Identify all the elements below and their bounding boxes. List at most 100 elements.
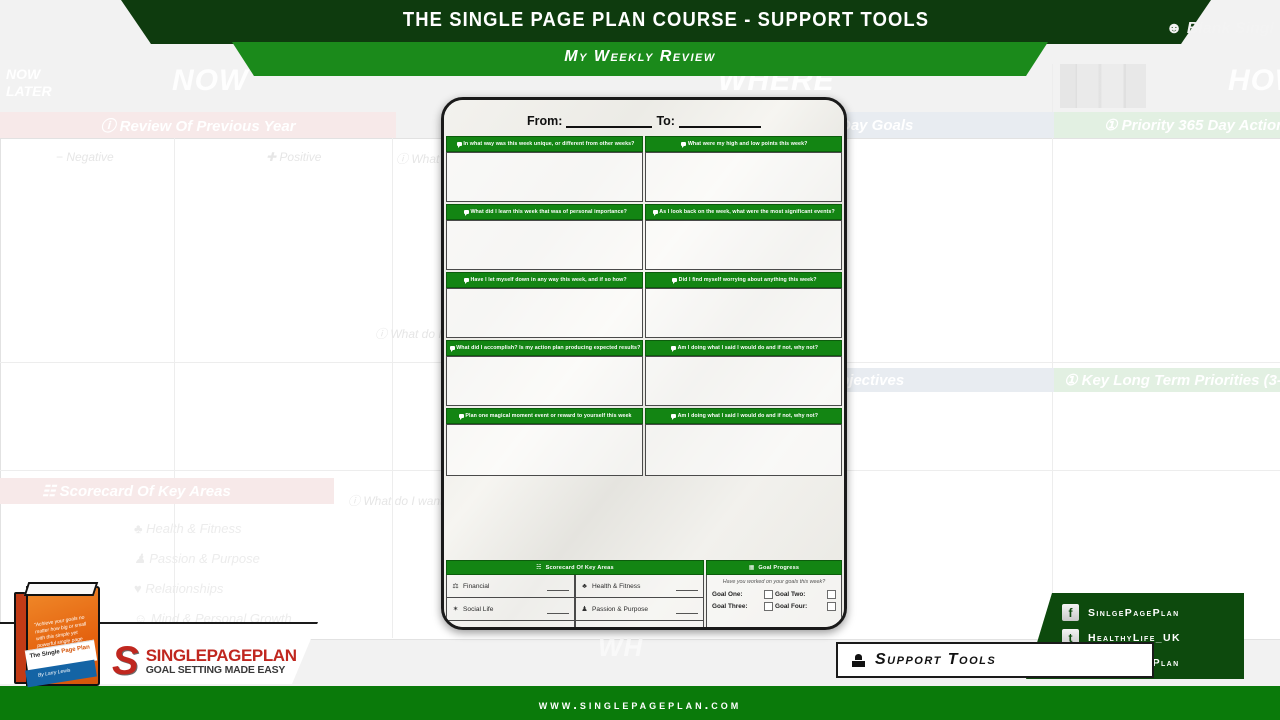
scorecard-item[interactable]: ⚖ Financial (446, 575, 575, 598)
question-header: Am I doing what I said I would do and if… (645, 340, 842, 356)
scorecard-item-label: Passion & Purpose (592, 605, 649, 613)
question-header: What did I accomplish? Is my action plan… (446, 340, 643, 356)
support-tools-button[interactable]: Support Tools (836, 642, 1154, 678)
blank-tab-text: Blank Singl (1186, 20, 1274, 37)
bg-band-key-long-term: ① Key Long Term Priorities (3-5 Ye (1054, 368, 1280, 392)
speech-bubble-icon (456, 142, 462, 148)
answer-box[interactable] (446, 424, 643, 476)
scorecard-item[interactable]: ♣ Health & Fitness (575, 575, 704, 598)
bg-divider (1052, 64, 1053, 638)
scorecard-item-label: Professional Life (463, 629, 543, 631)
goal-progress-header: ▦ Goal Progress (706, 560, 842, 575)
question-header: What were my high and low points this we… (645, 136, 842, 152)
speech-bubble-icon (670, 414, 676, 420)
blank-tab-label[interactable]: ☻ Blank Singl (1166, 20, 1274, 38)
goal-progress-question: Have you worked on your goals this week? (722, 579, 826, 585)
scorecard-item[interactable]: ♥ Relationships (575, 621, 704, 631)
question-header: As I look back on the week, what were th… (645, 204, 842, 220)
answer-box[interactable] (645, 424, 842, 476)
goal-three-label: Goal Three: (712, 603, 748, 610)
question-cell: Plan one magical moment event or reward … (446, 408, 643, 476)
weekly-review-card: From: To: In what way was this week uniq… (441, 97, 847, 630)
score-input[interactable] (676, 628, 698, 631)
question-label: In what way was this week unique, or dif… (462, 140, 635, 148)
book-title-b: Page Plan (60, 644, 91, 655)
question-label: What did I learn this week that was of p… (470, 208, 627, 216)
question-cell: Have I let myself down in any way this w… (446, 272, 643, 338)
answer-box[interactable] (645, 288, 842, 338)
bg-band-day-goals: Day Goals (812, 112, 1082, 138)
brand-logo[interactable]: S SINGLEPAGEPLAN GOAL SETTING MADE EASY (112, 641, 297, 681)
speech-bubble-icon (671, 278, 677, 284)
question-cell: Am I doing what I said I would do and if… (645, 340, 842, 406)
speech-bubble-icon (670, 346, 676, 352)
support-tools-label: Support Tools (875, 651, 997, 668)
scorecard-header: ☵ Scorecard Of Key Areas (446, 560, 704, 575)
from-label: From: (527, 114, 563, 128)
bg-row-health: ♣ Health & Fitness (134, 521, 242, 536)
goal-two-label: Goal Two: (775, 591, 806, 598)
logo-tagline: GOAL SETTING MADE EASY (145, 663, 286, 676)
goal-four-checkbox[interactable] (827, 602, 836, 611)
question-header: Am I doing what I said I would do and if… (645, 408, 842, 424)
scorecard-panel: ☵ Scorecard Of Key Areas ⚖ Financial ✶ S… (446, 560, 704, 631)
scorecard-left-column: ⚖ Financial ✶ Social Life ✉ (446, 575, 575, 631)
answer-box[interactable] (645, 356, 842, 406)
book-cover-image: "Achieve your goals no matter how big or… (14, 582, 100, 688)
from-input[interactable] (566, 114, 653, 128)
health-fitness-icon: ♣ (582, 582, 587, 590)
header-subbanner: My Weekly Review (232, 42, 1048, 76)
answer-box[interactable] (645, 152, 842, 202)
answer-box[interactable] (446, 220, 643, 270)
scorecard-item[interactable]: ✉ Professional Life (446, 621, 575, 631)
question-row: Plan one magical moment event or reward … (446, 408, 842, 476)
date-range-row: From: To: (444, 110, 844, 132)
question-cell: What did I accomplish? Is my action plan… (446, 340, 643, 406)
scorecard-item-label: Social Life (463, 605, 494, 613)
to-input[interactable] (678, 114, 761, 128)
scorecard-item-label: Financial (463, 582, 490, 590)
score-input[interactable] (676, 582, 698, 591)
speech-bubble-icon (459, 414, 465, 420)
score-input[interactable] (547, 628, 569, 631)
scorecard-item[interactable]: ✶ Social Life (446, 598, 575, 621)
goal-one-checkbox[interactable] (764, 590, 773, 599)
scorecard-item-label: Health & Fitness (592, 582, 641, 590)
score-input[interactable] (676, 605, 698, 614)
score-input[interactable] (547, 582, 569, 591)
financial-icon: ⚖ (452, 583, 459, 590)
question-row: What did I accomplish? Is my action plan… (446, 340, 842, 406)
scorecard-item[interactable]: ♟ Passion & Purpose (575, 598, 704, 621)
question-row: In what way was this week unique, or dif… (446, 136, 842, 202)
page-header: THE SINGLE PAGE PLAN COURSE - SUPPORT TO… (0, 0, 1280, 78)
question-label: Plan one magical moment event or reward … (465, 412, 632, 420)
answer-box[interactable] (446, 356, 643, 406)
goal-three-checkbox[interactable] (764, 602, 773, 611)
answer-box[interactable] (446, 152, 643, 202)
question-label: What were my high and low points this we… (687, 140, 808, 148)
question-label: Have I let myself down in any way this w… (470, 276, 627, 284)
page-title: THE SINGLE PAGE PLAN COURSE - SUPPORT TO… (402, 9, 930, 31)
bg-band-objectives: bjectives (832, 368, 1062, 392)
question-label: What did I accomplish? Is my action plan… (456, 344, 641, 352)
question-header: Plan one magical moment event or reward … (446, 408, 643, 424)
header-banner: THE SINGLE PAGE PLAN COURSE - SUPPORT TO… (121, 0, 1211, 44)
score-input[interactable] (547, 605, 569, 614)
logo-name: SINGLEPAGEPLAN (145, 645, 297, 665)
footer-url[interactable]: www.singlepageplan.com (0, 697, 1280, 712)
book-author: By Larry Lewis (37, 667, 71, 679)
question-cell: Did I find myself worrying about anythin… (645, 272, 842, 338)
question-header: What did I learn this week that was of p… (446, 204, 643, 220)
answer-box[interactable] (446, 288, 643, 338)
answer-box[interactable] (645, 220, 842, 270)
question-label: Did I find myself worrying about anythin… (678, 276, 817, 284)
scorecard-item-label: Relationships (592, 629, 672, 631)
scorecard-right-column: ♣ Health & Fitness ♟ Passion & Purpose ♥ (575, 575, 704, 631)
goal-two-checkbox[interactable] (827, 590, 836, 599)
speech-bubble-icon (680, 142, 686, 148)
speech-bubble-icon (463, 278, 469, 284)
bg-sub-negative: − Negative (56, 150, 114, 164)
goal-progress-body: Have you worked on your goals this week?… (706, 575, 842, 627)
app-window: NOW LATER NOW WHERE HOW WH ⓘ Review Of P… (0, 0, 1280, 720)
question-label: As I look back on the week, what were th… (659, 208, 836, 216)
